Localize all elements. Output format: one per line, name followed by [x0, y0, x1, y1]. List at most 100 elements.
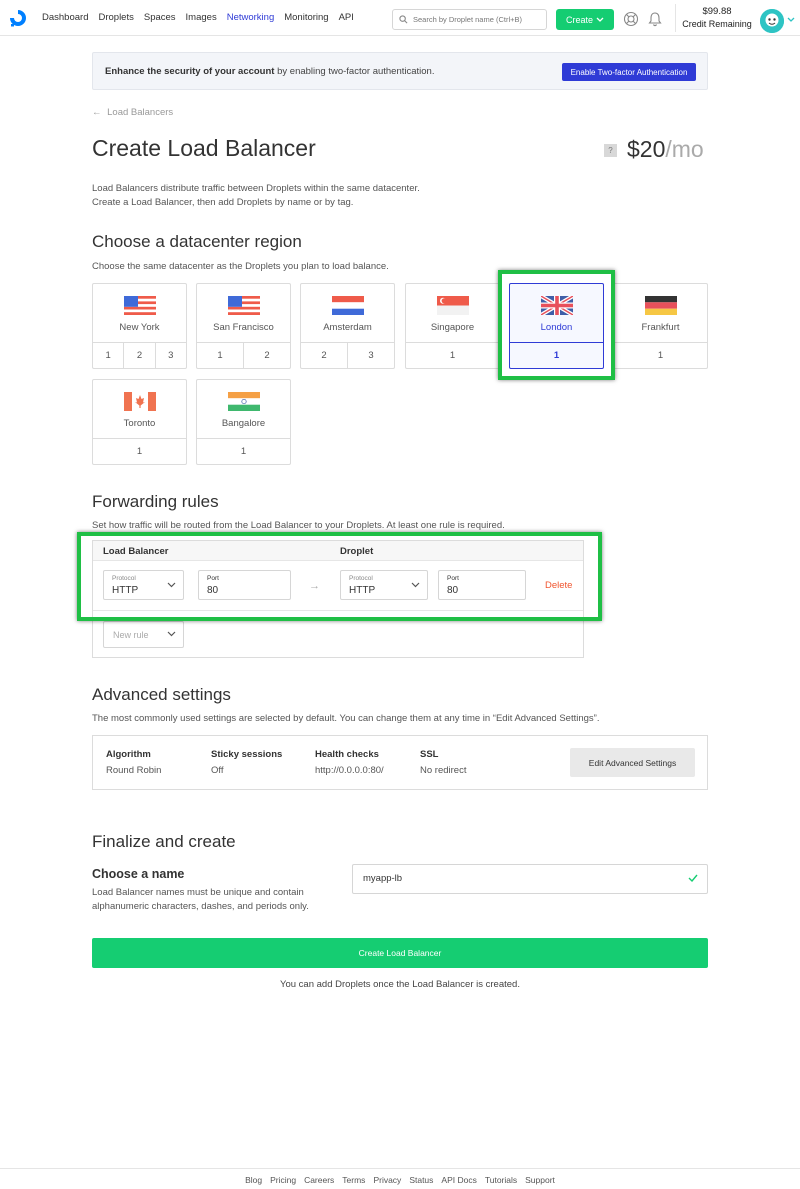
- banner-text-bold: Enhance the security of your account: [105, 66, 275, 77]
- finalize-title: Finalize and create: [92, 832, 236, 851]
- region-amsterdam[interactable]: Amsterdam 2 3: [300, 283, 395, 369]
- region-number[interactable]: 1: [614, 343, 707, 369]
- setting-key: Sticky sessions: [211, 749, 283, 760]
- top-navbar: Dashboard Droplets Spaces Images Network…: [0, 0, 800, 36]
- region-numbers: 1: [93, 438, 186, 465]
- nav-droplets[interactable]: Droplets: [98, 12, 133, 23]
- region-new-york[interactable]: New York 1 2 3: [92, 283, 187, 369]
- setting-value: http://0.0.0.0:80/: [315, 765, 384, 776]
- us-flag-icon: [124, 296, 156, 315]
- nav-divider: [675, 4, 676, 32]
- forwarding-highlight-box: [77, 532, 602, 621]
- region-numbers: 1 2 3: [93, 342, 186, 369]
- intro-text: Load Balancers distribute traffic betwee…: [92, 182, 420, 210]
- nav-api[interactable]: API: [339, 12, 354, 23]
- nav-networking[interactable]: Networking: [227, 12, 275, 23]
- avatar[interactable]: [760, 9, 784, 33]
- breadcrumb-load-balancers: Load Balancers: [107, 107, 174, 118]
- region-numbers: 1: [406, 342, 499, 369]
- footer-link-terms[interactable]: Terms: [342, 1175, 365, 1185]
- forwarding-subtitle: Set how traffic will be routed from the …: [92, 520, 505, 531]
- avatar-icon: [760, 9, 784, 33]
- load-balancer-name-field[interactable]: [352, 864, 708, 894]
- banner-text: Enhance the security of your account by …: [105, 66, 434, 77]
- breadcrumb[interactable]: ← Load Balancers: [92, 107, 173, 118]
- datacenter-title: Choose a datacenter region: [92, 232, 302, 251]
- region-number[interactable]: 2: [243, 343, 290, 369]
- region-number[interactable]: 3: [154, 343, 186, 369]
- region-bangalore[interactable]: Bangalore 1: [196, 379, 291, 465]
- check-icon: [688, 874, 698, 882]
- create-button-label: Create: [565, 14, 593, 25]
- search-icon: [399, 15, 408, 24]
- region-name: Bangalore: [221, 418, 266, 429]
- de-flag-icon: [645, 296, 677, 315]
- enable-2fa-button[interactable]: Enable Two-factor Authentication: [562, 63, 696, 81]
- nl-flag-icon: [332, 296, 364, 315]
- intro-line-1: Load Balancers distribute traffic betwee…: [92, 183, 420, 194]
- region-number[interactable]: 1: [197, 343, 243, 369]
- nav-dashboard[interactable]: Dashboard: [42, 12, 88, 23]
- intro-line-2: Create a Load Balancer, then add Droplet…: [92, 197, 354, 208]
- edit-advanced-settings-button[interactable]: Edit Advanced Settings: [570, 748, 695, 777]
- setting-value: Off: [211, 765, 224, 776]
- region-number[interactable]: 1: [93, 439, 186, 465]
- footer-link-pricing[interactable]: Pricing: [270, 1175, 296, 1185]
- footer-link-support[interactable]: Support: [525, 1175, 555, 1185]
- region-san-francisco[interactable]: San Francisco 1 2: [196, 283, 291, 369]
- chevron-down-icon[interactable]: [787, 17, 795, 23]
- setting-health-checks: Health checks http://0.0.0.0:80/: [315, 749, 384, 776]
- setting-value: Round Robin: [106, 765, 162, 776]
- page-title: Create Load Balancer: [92, 135, 316, 161]
- new-rule-select[interactable]: New rule: [103, 621, 184, 648]
- setting-key: Algorithm: [106, 749, 151, 760]
- region-singapore[interactable]: Singapore 1: [405, 283, 500, 369]
- region-numbers: 1: [614, 342, 707, 369]
- region-number[interactable]: 2: [123, 343, 154, 369]
- footer-link-careers[interactable]: Careers: [304, 1175, 334, 1185]
- setting-sticky-sessions: Sticky sessions Off: [211, 749, 282, 776]
- create-load-balancer-button[interactable]: Create Load Balancer: [92, 938, 708, 968]
- region-numbers: 1 2: [197, 342, 290, 369]
- us-flag-icon: [228, 296, 260, 315]
- search-input[interactable]: [413, 15, 543, 24]
- region-number[interactable]: 2: [301, 343, 347, 369]
- region-name: Amsterdam: [323, 322, 372, 333]
- footer-link-api-docs[interactable]: API Docs: [441, 1175, 476, 1185]
- in-flag-icon: [228, 392, 260, 411]
- nav-monitoring[interactable]: Monitoring: [284, 12, 328, 23]
- create-button[interactable]: Create: [556, 9, 614, 30]
- advanced-subtitle: The most commonly used settings are sele…: [92, 713, 600, 724]
- footer-link-tutorials[interactable]: Tutorials: [485, 1175, 517, 1185]
- region-number[interactable]: 1: [406, 343, 499, 369]
- main-nav: Dashboard Droplets Spaces Images Network…: [42, 12, 364, 23]
- region-number[interactable]: 3: [347, 343, 394, 369]
- after-create-note: You can add Droplets once the Load Balan…: [280, 979, 520, 990]
- region-toronto[interactable]: Toronto 1: [92, 379, 187, 465]
- choose-name-title: Choose a name: [92, 867, 185, 881]
- price-help-icon[interactable]: ?: [604, 144, 617, 157]
- nav-images[interactable]: Images: [186, 12, 217, 23]
- footer-link-status[interactable]: Status: [409, 1175, 433, 1185]
- region-numbers: 1: [197, 438, 290, 465]
- help-lifebuoy-icon[interactable]: [623, 11, 639, 27]
- setting-value: No redirect: [420, 765, 467, 776]
- region-number[interactable]: 1: [197, 439, 290, 465]
- region-frankfurt[interactable]: Frankfurt 1: [613, 283, 708, 369]
- region-number[interactable]: 1: [93, 343, 123, 369]
- footer: Blog Pricing Careers Terms Privacy Statu…: [0, 1168, 800, 1189]
- region-name: Toronto: [123, 418, 156, 429]
- chevron-down-icon: [596, 17, 604, 22]
- footer-link-blog[interactable]: Blog: [245, 1175, 262, 1185]
- digitalocean-logo-icon[interactable]: [8, 8, 28, 28]
- name-input[interactable]: [363, 873, 663, 884]
- price-amount: $20: [627, 136, 666, 162]
- region-name: San Francisco: [213, 322, 274, 333]
- bell-icon[interactable]: [647, 11, 663, 27]
- credit-label: Credit Remaining: [682, 19, 752, 29]
- search-box[interactable]: [392, 9, 547, 30]
- arrow-left-icon: ←: [92, 107, 102, 118]
- footer-link-privacy[interactable]: Privacy: [373, 1175, 401, 1185]
- nav-spaces[interactable]: Spaces: [144, 12, 176, 23]
- chevron-down-icon: [167, 631, 176, 637]
